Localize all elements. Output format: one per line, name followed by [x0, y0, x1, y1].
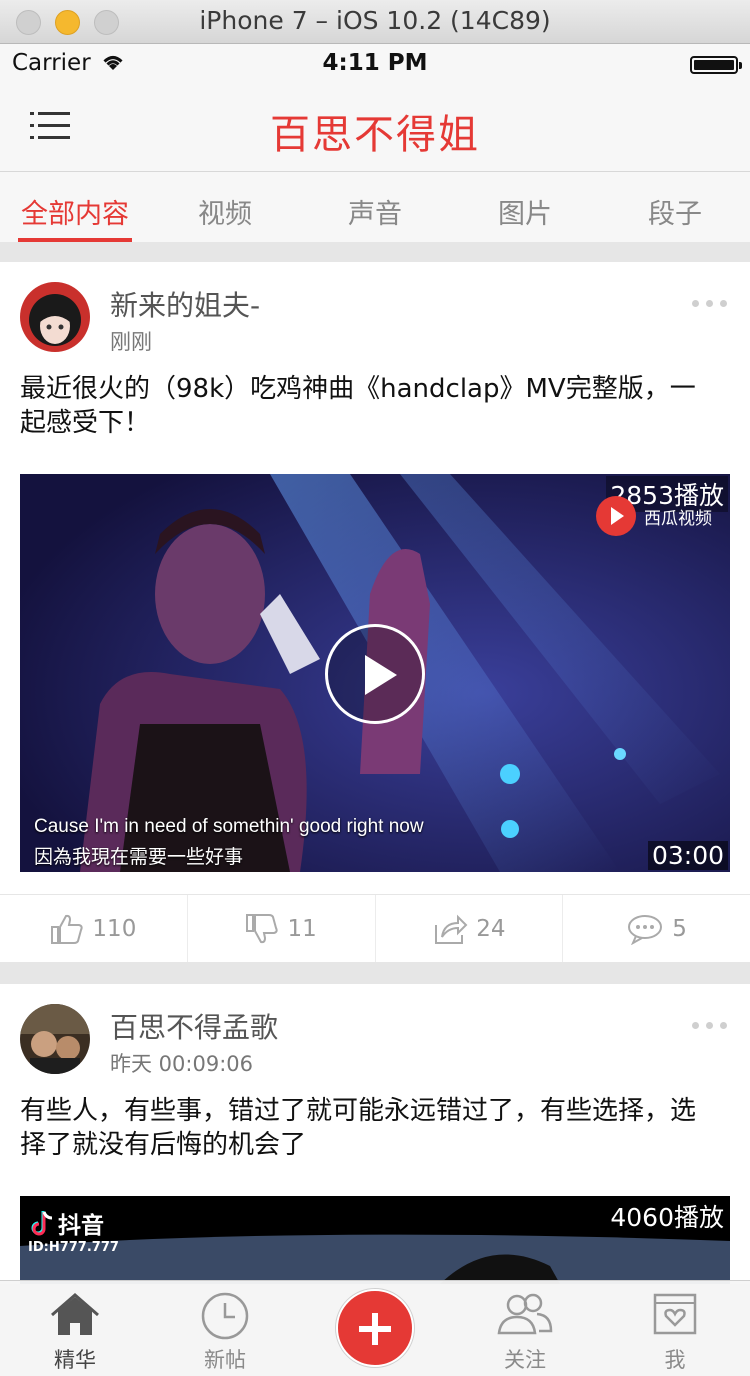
tabbar-item-follow[interactable]: 关注: [450, 1281, 600, 1376]
tabbar-item-new[interactable]: 新帖: [150, 1281, 300, 1376]
like-count: 110: [92, 915, 137, 942]
simulator-title-bar: iPhone 7 – iOS 10.2 (14C89): [0, 0, 750, 44]
tab-audio[interactable]: 声音: [300, 172, 450, 242]
tab-video[interactable]: 视频: [150, 172, 300, 242]
tab-picture[interactable]: 图片: [450, 172, 600, 242]
navigation-bar: 百思不得姐: [0, 84, 750, 172]
xigua-logo-icon: [596, 496, 636, 536]
like-button[interactable]: 110: [0, 895, 188, 962]
douyin-logo-icon: [31, 1211, 53, 1236]
share-count: 24: [476, 915, 506, 942]
dislike-count: 11: [287, 915, 317, 942]
profile-icon: [653, 1293, 697, 1335]
share-icon: [435, 914, 468, 944]
xigua-watermark: 西瓜视频: [596, 496, 712, 536]
tabs-divider: [0, 242, 750, 262]
thumbs-down-icon: [246, 913, 279, 943]
bottom-tab-bar: 精华 新帖 关注 我: [0, 1280, 750, 1376]
watermark-label: 抖音: [58, 1213, 104, 1239]
post-card: 新来的姐夫- 刚刚 最近很火的（98k）吃鸡神曲《handclap》MV完整版，…: [0, 262, 750, 962]
play-button[interactable]: [325, 624, 425, 724]
post-text: 最近很火的（98k）吃鸡神曲《handclap》MV完整版，一起感受下！: [20, 374, 696, 438]
tabbar-label: 关注: [504, 1348, 546, 1372]
post-username[interactable]: 新来的姐夫-: [110, 284, 260, 324]
tab-all[interactable]: 全部内容: [0, 172, 150, 242]
post-username[interactable]: 百思不得孟歌: [110, 1006, 278, 1046]
tabbar-label: 新帖: [204, 1348, 246, 1372]
tabbar-item-publish[interactable]: [300, 1281, 450, 1376]
video-subtitle-en: Cause I'm in need of somethin' good righ…: [34, 816, 424, 837]
window-title: iPhone 7 – iOS 10.2 (14C89): [199, 6, 551, 35]
post-text: 有些人，有些事，错过了就可能永远错过了，有些选择，选择了就没有后悔的机会了: [20, 1096, 697, 1160]
post-separator: [0, 962, 750, 984]
plus-icon[interactable]: [336, 1289, 414, 1367]
people-icon: [497, 1293, 553, 1335]
post-card: 百思不得孟歌 昨天 00:09:06 有些人，有些事，错过了就可能永远错过了，有…: [0, 984, 750, 1284]
app-title: 百思不得姐: [270, 112, 480, 158]
douyin-watermark: 抖音: [30, 1206, 104, 1240]
tabbar-label: 我: [664, 1348, 686, 1372]
comment-button[interactable]: 5: [563, 895, 750, 962]
category-tabs: 全部内容 视频 声音 图片 段子: [0, 172, 750, 242]
share-button[interactable]: 24: [376, 895, 564, 962]
tabbar-item-me[interactable]: 我: [600, 1281, 750, 1376]
post-time: 刚刚: [110, 330, 152, 354]
tabbar-item-featured[interactable]: 精华: [0, 1281, 150, 1376]
post-actions: 110 11 24 5: [0, 894, 750, 962]
video-subtitle-zh: 因為我現在需要一些好事: [34, 847, 244, 868]
tab-joke[interactable]: 段子: [600, 172, 750, 242]
douyin-id: ID:H777.777: [28, 1240, 119, 1255]
status-time: 4:11 PM: [322, 50, 428, 76]
clock-icon: [201, 1292, 249, 1340]
video-player[interactable]: 2853播放 西瓜视频 Cause I'm in need of somethi…: [20, 474, 730, 872]
comment-icon: [628, 914, 663, 945]
more-options-icon[interactable]: [692, 298, 728, 308]
battery-icon: [690, 56, 742, 74]
video-duration: 03:00: [647, 841, 728, 870]
status-bar: Carrier 4:11 PM: [0, 44, 750, 84]
tabbar-label: 精华: [54, 1348, 96, 1372]
avatar[interactable]: [20, 282, 90, 352]
thumbs-up-icon: [51, 914, 84, 944]
comment-count: 5: [672, 915, 687, 942]
watermark-label: 西瓜视频: [644, 508, 712, 529]
avatar[interactable]: [20, 1004, 90, 1074]
play-count: 4060播放: [606, 1198, 728, 1234]
video-player[interactable]: 抖音 ID:H777.777 4060播放: [20, 1196, 730, 1284]
more-options-icon[interactable]: [692, 1020, 728, 1030]
dislike-button[interactable]: 11: [188, 895, 376, 962]
home-icon: [51, 1293, 99, 1335]
post-time: 昨天 00:09:06: [110, 1052, 253, 1076]
